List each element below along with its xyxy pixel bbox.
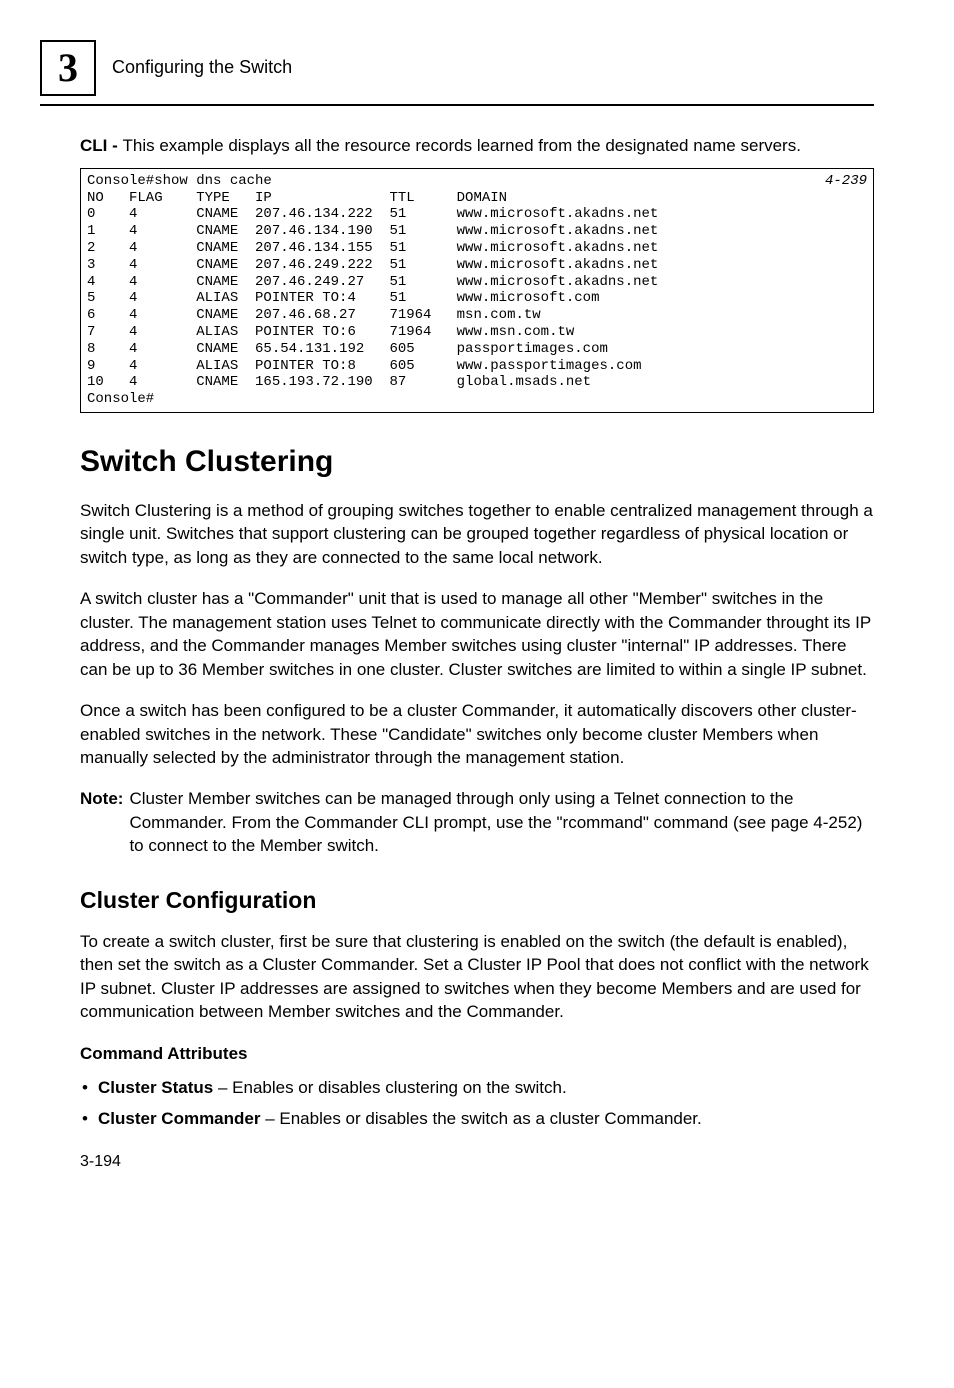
chapter-number-box: 3 bbox=[40, 40, 96, 96]
para-4: To create a switch cluster, first be sur… bbox=[80, 930, 874, 1024]
console-row: 2 4 CNAME 207.46.134.155 51 www.microsof… bbox=[87, 240, 658, 256]
console-row: 0 4 CNAME 207.46.134.222 51 www.microsof… bbox=[87, 206, 658, 222]
note-block: Note: Cluster Member switches can be man… bbox=[80, 787, 874, 857]
console-page-ref: 4-239 bbox=[825, 173, 867, 190]
command-attributes-heading: Command Attributes bbox=[80, 1042, 874, 1066]
heading-switch-clustering: Switch Clustering bbox=[80, 441, 874, 483]
console-row: 4 4 CNAME 207.46.249.27 51 www.microsoft… bbox=[87, 274, 658, 290]
heading-cluster-configuration: Cluster Configuration bbox=[80, 884, 874, 916]
console-header-row: NO FLAG TYPE IP TTL DOMAIN bbox=[87, 190, 507, 206]
list-item: Cluster Commander – Enables or disables … bbox=[80, 1107, 874, 1131]
console-row: 8 4 CNAME 65.54.131.192 605 passportimag… bbox=[87, 341, 608, 357]
para-1: Switch Clustering is a method of groupin… bbox=[80, 499, 874, 569]
console-row: 7 4 ALIAS POINTER TO:6 71964 www.msn.com… bbox=[87, 324, 574, 340]
para-2: A switch cluster has a "Commander" unit … bbox=[80, 587, 874, 681]
console-row: 1 4 CNAME 207.46.134.190 51 www.microsof… bbox=[87, 223, 658, 239]
console-row: 5 4 ALIAS POINTER TO:4 51 www.microsoft.… bbox=[87, 290, 599, 306]
console-row: 9 4 ALIAS POINTER TO:8 605 www.passporti… bbox=[87, 358, 642, 374]
list-item-rest: – Enables or disables clustering on the … bbox=[213, 1078, 566, 1097]
page-header-title: Configuring the Switch bbox=[112, 55, 292, 80]
para-3: Once a switch has been configured to be … bbox=[80, 699, 874, 769]
cli-label: CLI - bbox=[80, 136, 123, 155]
list-item-bold: Cluster Status bbox=[98, 1078, 213, 1097]
page-header: 3 Configuring the Switch bbox=[80, 40, 874, 96]
console-row: 6 4 CNAME 207.46.68.27 71964 msn.com.tw bbox=[87, 307, 541, 323]
cli-intro: CLI - This example displays all the reso… bbox=[80, 134, 874, 158]
console-cmd: Console#show dns cache bbox=[87, 173, 272, 190]
console-prompt: Console# bbox=[87, 391, 154, 407]
list-item: Cluster Status – Enables or disables clu… bbox=[80, 1076, 874, 1100]
console-output: Console#show dns cache 4-239 NO FLAG TYPE … bbox=[80, 168, 874, 413]
page-number: 3-194 bbox=[80, 1151, 874, 1173]
cli-text: This example displays all the resource r… bbox=[123, 136, 801, 155]
list-item-rest: – Enables or disables the switch as a cl… bbox=[260, 1109, 701, 1128]
list-item-bold: Cluster Commander bbox=[98, 1109, 260, 1128]
header-rule bbox=[40, 104, 874, 106]
console-row: 10 4 CNAME 165.193.72.190 87 global.msad… bbox=[87, 374, 591, 390]
console-row: 3 4 CNAME 207.46.249.222 51 www.microsof… bbox=[87, 257, 658, 273]
chapter-number: 3 bbox=[58, 40, 78, 96]
note-label: Note: bbox=[80, 787, 129, 857]
note-text: Cluster Member switches can be managed t… bbox=[129, 787, 874, 857]
command-attributes-list: Cluster Status – Enables or disables clu… bbox=[80, 1076, 874, 1132]
